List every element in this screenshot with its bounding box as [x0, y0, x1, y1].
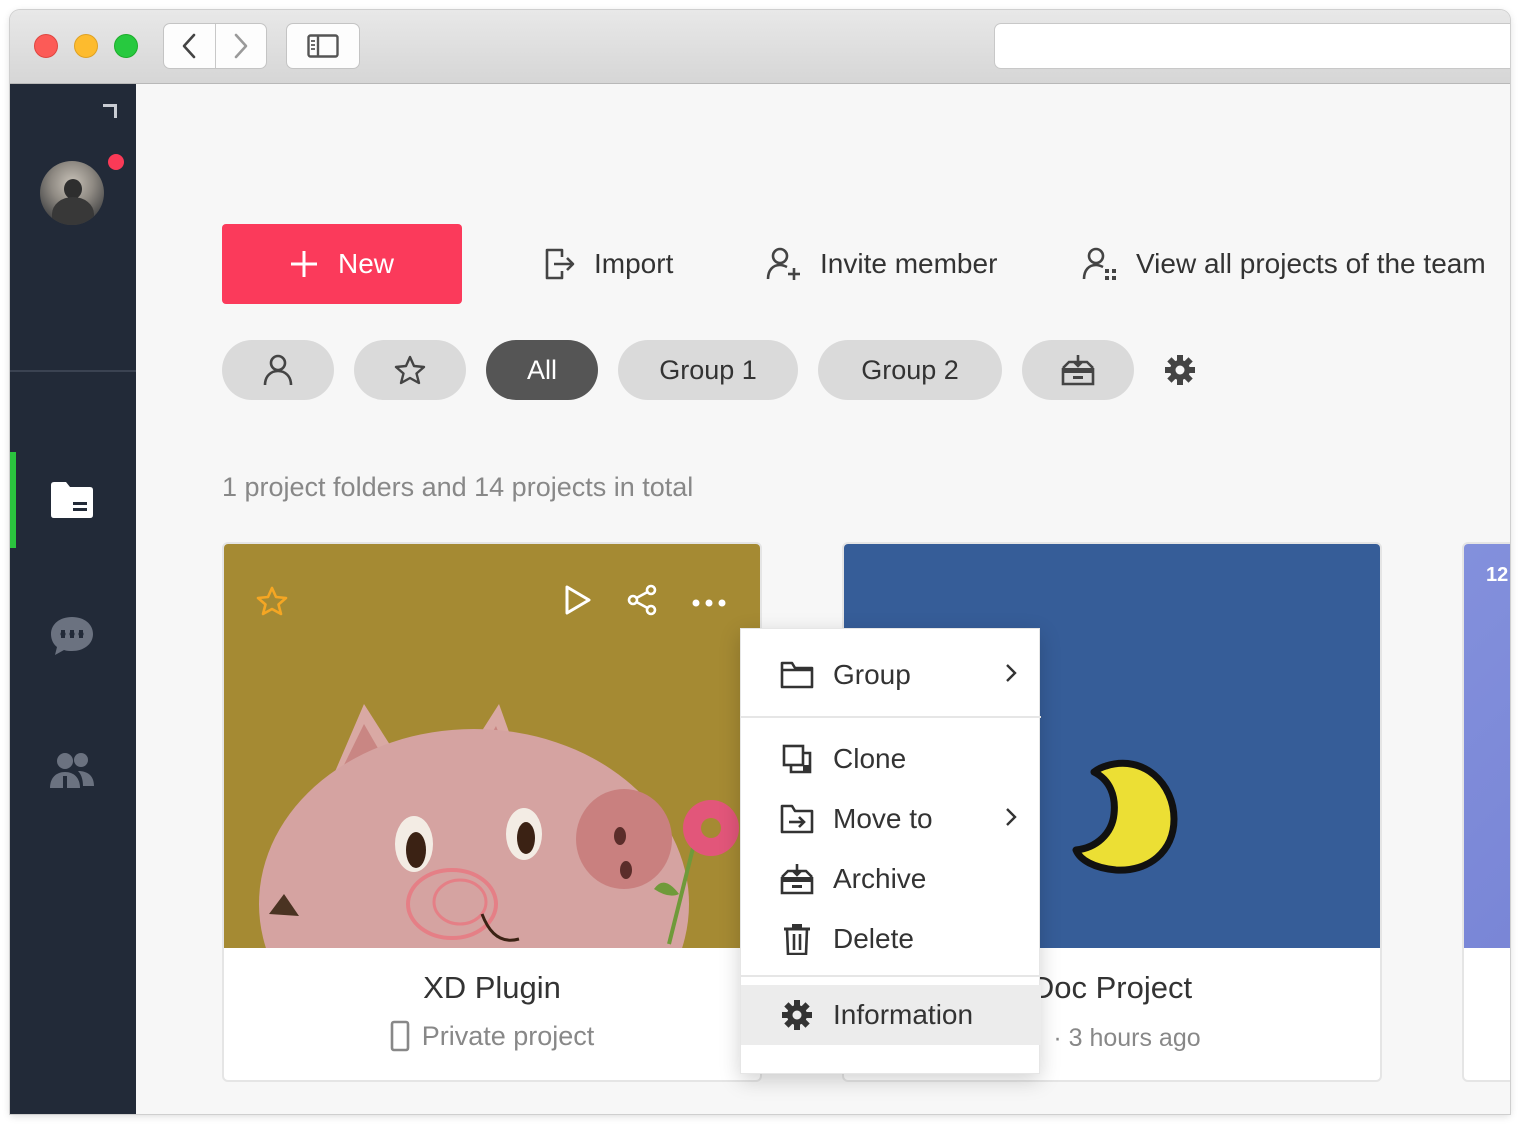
menu-item-label: Move to	[833, 803, 933, 834]
chevron-left-icon	[182, 33, 196, 59]
main-content: New Import Invite member View all projec…	[136, 84, 1510, 1114]
play-button[interactable]	[564, 584, 592, 621]
more-horizontal-icon	[692, 599, 726, 606]
add-user-icon	[766, 247, 800, 280]
invite-member-button[interactable]: Invite member	[766, 244, 997, 284]
project-thumbnail	[224, 544, 760, 948]
project-card-partial[interactable]: 12	[1462, 542, 1510, 1082]
filter-group-2[interactable]: Group 2	[818, 340, 1002, 400]
chat-icon	[51, 617, 93, 655]
sidebar-item-team[interactable]	[48, 746, 96, 794]
filter-group-2-label: Group 2	[861, 354, 959, 385]
browser-window: New Import Invite member View all projec…	[10, 10, 1510, 1114]
avatar[interactable]	[40, 161, 104, 225]
menu-divider	[741, 975, 1041, 977]
star-icon	[394, 355, 426, 385]
menu-item-label: Delete	[833, 923, 914, 954]
new-button-label: New	[337, 248, 394, 279]
project-meta: Private project	[224, 1020, 760, 1052]
project-title: XD Plugin	[423, 970, 561, 1005]
team-projects-icon	[1082, 247, 1116, 280]
import-label: Import	[594, 248, 674, 279]
sidebar-item-messages[interactable]	[48, 612, 96, 660]
project-badge: 12	[1486, 564, 1509, 586]
menu-item-label: Information	[833, 999, 974, 1030]
folder-icon	[780, 661, 814, 689]
filter-mine[interactable]	[222, 340, 334, 400]
menu-divider	[741, 716, 1041, 718]
new-project-button[interactable]: New	[222, 224, 462, 304]
filter-settings-button[interactable]	[1162, 352, 1198, 388]
address-bar[interactable]	[994, 23, 1510, 69]
project-summary: 1 project folders and 14 projects in tot…	[222, 472, 694, 502]
menu-item-clone[interactable]: Clone	[741, 729, 1041, 789]
view-all-projects-label: View all projects of the team	[1136, 248, 1486, 279]
archive-icon	[780, 864, 814, 895]
menu-item-group[interactable]: Group	[741, 645, 1041, 705]
clone-icon	[782, 744, 812, 774]
move-folder-icon	[780, 804, 814, 834]
menu-item-label: Clone	[833, 743, 907, 774]
favorite-button[interactable]	[256, 586, 288, 621]
sidebar-divider	[10, 370, 136, 372]
sidebar-icon	[307, 34, 339, 58]
import-button[interactable]: Import	[544, 244, 673, 284]
user-icon	[263, 354, 293, 386]
title-bar	[10, 10, 1510, 84]
share-icon	[627, 584, 657, 616]
phone-icon	[390, 1020, 410, 1052]
chevron-right-icon	[1006, 664, 1017, 682]
invite-member-label: Invite member	[820, 248, 998, 279]
menu-item-archive[interactable]: Archive	[741, 849, 1041, 909]
trash-icon	[784, 924, 810, 955]
menu-item-label: Archive	[833, 863, 927, 894]
zoom-window-button[interactable]	[114, 34, 138, 58]
filter-all[interactable]: All	[486, 340, 598, 400]
filter-all-label: All	[526, 354, 557, 385]
chevron-right-icon	[1006, 808, 1017, 826]
filter-starred[interactable]	[354, 340, 466, 400]
share-button[interactable]	[626, 584, 658, 621]
back-button[interactable]	[164, 24, 215, 68]
close-window-button[interactable]	[34, 34, 58, 58]
project-visibility: Private project	[421, 1020, 595, 1051]
folder-list-icon	[51, 482, 93, 518]
history-nav	[163, 23, 267, 69]
gear-icon	[1165, 355, 1195, 385]
collapse-corner-icon[interactable]	[103, 104, 117, 118]
star-icon	[256, 586, 288, 616]
menu-item-delete[interactable]: Delete	[741, 909, 1041, 969]
menu-item-move-to[interactable]: Move to	[741, 789, 1041, 849]
notification-dot	[108, 154, 124, 170]
sidebar-active-indicator	[10, 452, 16, 548]
plus-icon	[290, 251, 317, 277]
project-updated-time: · 3 hours ago	[1053, 1024, 1201, 1052]
project-context-menu: Group Clone Move to Archive Delete Infor…	[740, 628, 1041, 1074]
minimize-window-button[interactable]	[74, 34, 98, 58]
play-icon	[565, 585, 591, 615]
card-actions	[564, 584, 726, 621]
filter-group-1[interactable]: Group 1	[618, 340, 798, 400]
archive-icon	[1061, 355, 1095, 386]
app-sidebar	[10, 84, 136, 1114]
view-all-projects-button[interactable]: View all projects of the team	[1082, 244, 1486, 284]
chevron-right-icon	[234, 33, 248, 59]
more-options-button[interactable]	[692, 594, 726, 612]
import-icon	[545, 248, 575, 280]
gear-icon	[782, 1000, 812, 1030]
filter-group-1-label: Group 1	[659, 354, 757, 385]
menu-item-label: Group	[833, 659, 911, 690]
sidebar-item-projects[interactable]	[48, 476, 96, 524]
project-thumbnail: 12	[1464, 544, 1510, 948]
team-icon	[50, 753, 94, 788]
project-card-xd-plugin[interactable]: XD Plugin Private project	[222, 542, 762, 1082]
sidebar-toggle-button[interactable]	[286, 23, 360, 69]
menu-item-information[interactable]: Information	[741, 985, 1041, 1045]
filter-archived[interactable]	[1022, 340, 1134, 400]
forward-button[interactable]	[214, 24, 267, 68]
